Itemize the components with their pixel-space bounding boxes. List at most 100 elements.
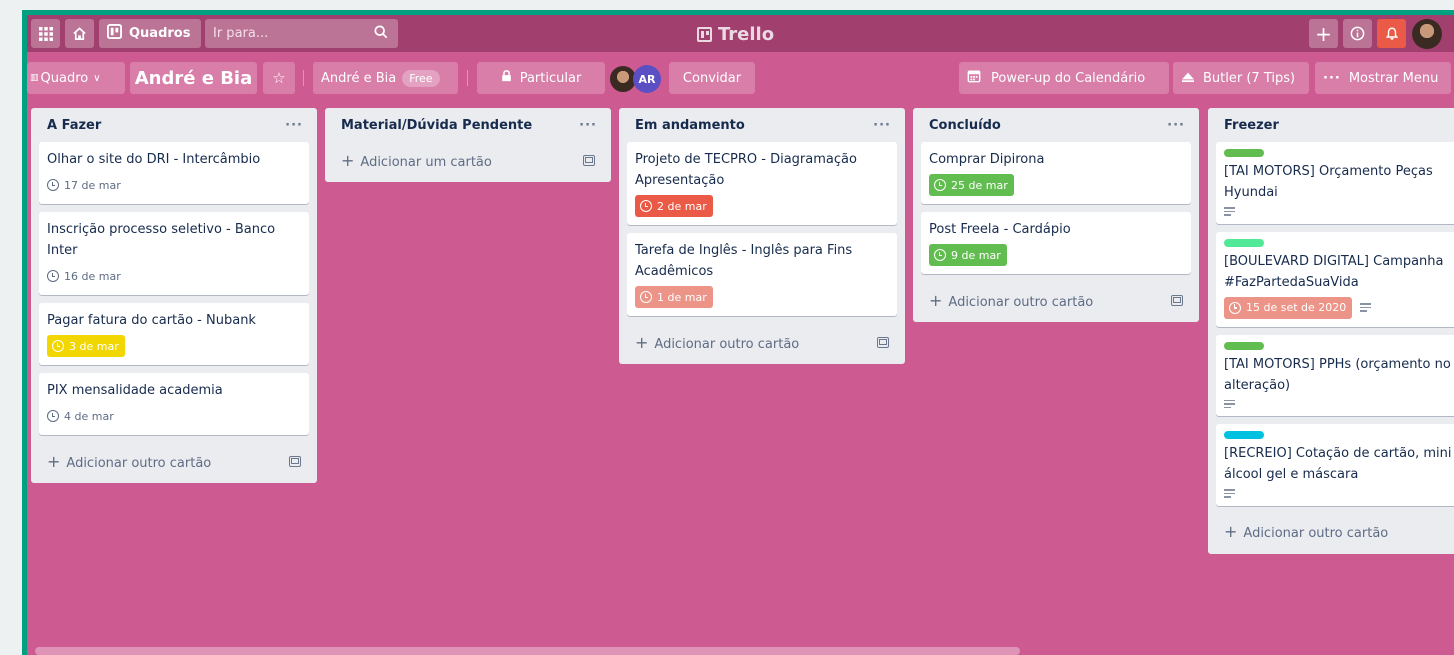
trello-logo[interactable]: Trello [697,20,774,48]
user-avatar[interactable] [1412,19,1442,49]
card-label[interactable] [1224,341,1264,350]
visibility-label: Particular [519,70,582,86]
butler-label: Butler (7 Tips) [1203,70,1296,86]
boards-button[interactable]: Quadros [99,19,201,48]
add-card-label: Adicionar outro cartão [66,455,212,471]
card[interactable]: [RECREIO] Cotação de cartão, mini álcool… [1216,424,1454,506]
card-title: [TAI MOTORS] PPHs (orçamento no e altera… [1224,356,1454,393]
card-title: [BOULEVARD DIGITAL] Campanha #FazParteda… [1224,253,1444,290]
add-card-label: Adicionar um cartão [360,154,492,170]
card-label[interactable] [1224,238,1264,247]
trello-board: Quadros Ir para... Trello + ▥ Quadro ∨ A… [27,15,1454,655]
card[interactable]: Post Freela - Cardápio 9 de mar [921,212,1191,274]
due-date-badge[interactable]: 15 de set de 2020 [1224,296,1353,319]
info-icon[interactable] [1343,19,1372,48]
list-menu-icon[interactable]: ··· [1167,118,1185,133]
card-template-icon[interactable] [289,455,301,467]
due-date-text: 25 de mar [951,178,1008,192]
description-icon [1224,207,1235,216]
due-date-text: 16 de mar [64,269,121,283]
board-view-label: Quadro [40,70,89,86]
card[interactable]: Olhar o site do DRI - Intercâmbio 17 de … [39,142,309,204]
create-plus-icon[interactable]: + [1309,19,1338,48]
due-date-badge[interactable]: 16 de mar [47,265,125,287]
board-view-switcher[interactable]: ▥ Quadro ∨ [27,62,125,94]
visibility-button[interactable]: Particular [477,62,605,94]
due-date-badge[interactable]: 9 de mar [929,244,1007,266]
plus-icon: + [635,332,649,352]
card[interactable]: Projeto de TECPRO - Diagramação Apresent… [627,142,897,225]
add-card-label: Adicionar outro cartão [1243,526,1389,541]
list-title[interactable]: Material/Dúvida Pendente [341,118,532,133]
clock-icon [640,200,652,212]
board-header: ▥ Quadro ∨ André e Bia ☆ André e Bia Fre… [27,52,1454,103]
add-card-button[interactable]: + Adicionar outro cartão [921,282,1191,318]
butler-button[interactable]: Butler (7 Tips) [1173,62,1309,94]
due-date-badge[interactable]: 2 de mar [635,195,713,217]
clock-icon [934,249,946,261]
show-menu-button[interactable]: ··· Mostrar Menu [1315,62,1451,94]
chevron-down-icon: ∨ [93,72,101,84]
card[interactable]: [TAI MOTORS] Orçamento Peças Hyundai [1216,142,1454,224]
card-title: Olhar o site do DRI - Intercâmbio [47,152,261,167]
star-icon[interactable]: ☆ [263,62,295,94]
list-title[interactable]: Freezer [1224,118,1279,133]
card-title: [TAI MOTORS] Orçamento Peças Hyundai [1224,164,1433,200]
list-em-andamento: Em andamento ··· Projeto de TECPRO - Dia… [619,108,905,364]
apps-grid-icon[interactable] [31,19,60,48]
horizontal-scrollbar[interactable] [35,647,1020,655]
plus-icon: + [929,290,943,310]
list-title[interactable]: Em andamento [635,118,745,133]
list-header[interactable]: Concluído ··· [921,108,1191,142]
clock-icon [47,410,59,422]
header-divider [467,70,468,86]
card[interactable]: Inscrição processo seletivo - Banco Inte… [39,212,309,295]
list-header[interactable]: Em andamento ··· [627,108,897,142]
description-icon [1224,399,1235,408]
add-card-button[interactable]: + Adicionar outro cartão [1216,514,1454,550]
card-title: Inscrição processo seletivo - Banco Inte… [47,222,276,258]
board-view-icon: ▥ [30,73,39,83]
card[interactable]: PIX mensalidade academia 4 de mar [39,373,309,435]
card[interactable]: Comprar Dipirona 25 de mar [921,142,1191,204]
due-date-badge[interactable]: 17 de mar [47,174,125,196]
list-title[interactable]: Concluído [929,118,1001,133]
card-template-icon[interactable] [877,336,889,348]
card-title: [RECREIO] Cotação de cartão, mini álcool… [1224,446,1452,482]
card-label[interactable] [1224,149,1264,157]
list-title[interactable]: A Fazer [47,118,101,133]
member-avatar-initials[interactable]: AR [633,65,661,93]
board-name[interactable]: André e Bia [130,62,257,94]
team-button[interactable]: André e Bia Free [313,62,458,94]
list-header[interactable]: A Fazer ··· [39,108,309,142]
card-label[interactable] [1224,431,1264,439]
invite-button[interactable]: Convidar [669,62,755,94]
list-menu-icon[interactable]: ··· [579,118,597,133]
add-card-button[interactable]: + Adicionar um cartão [333,142,603,178]
card-template-icon[interactable] [583,154,595,166]
logo-text: Trello [718,23,775,45]
list-header[interactable]: Freezer ··· [1216,108,1454,142]
card[interactable]: [TAI MOTORS] PPHs (orçamento no e altera… [1216,334,1454,416]
notification-bell-icon[interactable] [1377,19,1406,48]
list-header[interactable]: Material/Dúvida Pendente ··· [333,108,603,142]
calendar-label: Power-up do Calendário [991,70,1146,86]
due-date-badge[interactable]: 4 de mar [47,405,118,427]
card[interactable]: [BOULEVARD DIGITAL] Campanha #FazParteda… [1216,231,1454,327]
calendar-powerup-button[interactable]: Power-up do Calendário [959,62,1169,94]
search-input[interactable]: Ir para... [205,19,398,48]
list-menu-icon[interactable]: ··· [873,118,891,133]
card[interactable]: Tarefa de Inglês - Inglês para Fins Acad… [627,233,897,316]
due-date-badge[interactable]: 3 de mar [47,335,125,357]
due-date-badge[interactable]: 1 de mar [635,286,713,308]
plus-icon: + [47,451,61,471]
add-card-button[interactable]: + Adicionar outro cartão [39,443,309,479]
boards-icon [107,24,122,43]
card[interactable]: Pagar fatura do cartão - Nubank 3 de mar [39,303,309,365]
add-card-button[interactable]: + Adicionar outro cartão [627,324,897,360]
list-menu-icon[interactable]: ··· [285,118,303,133]
clock-icon [640,291,652,303]
due-date-badge[interactable]: 25 de mar [929,174,1014,196]
card-template-icon[interactable] [1171,294,1183,306]
home-icon[interactable] [65,19,94,48]
